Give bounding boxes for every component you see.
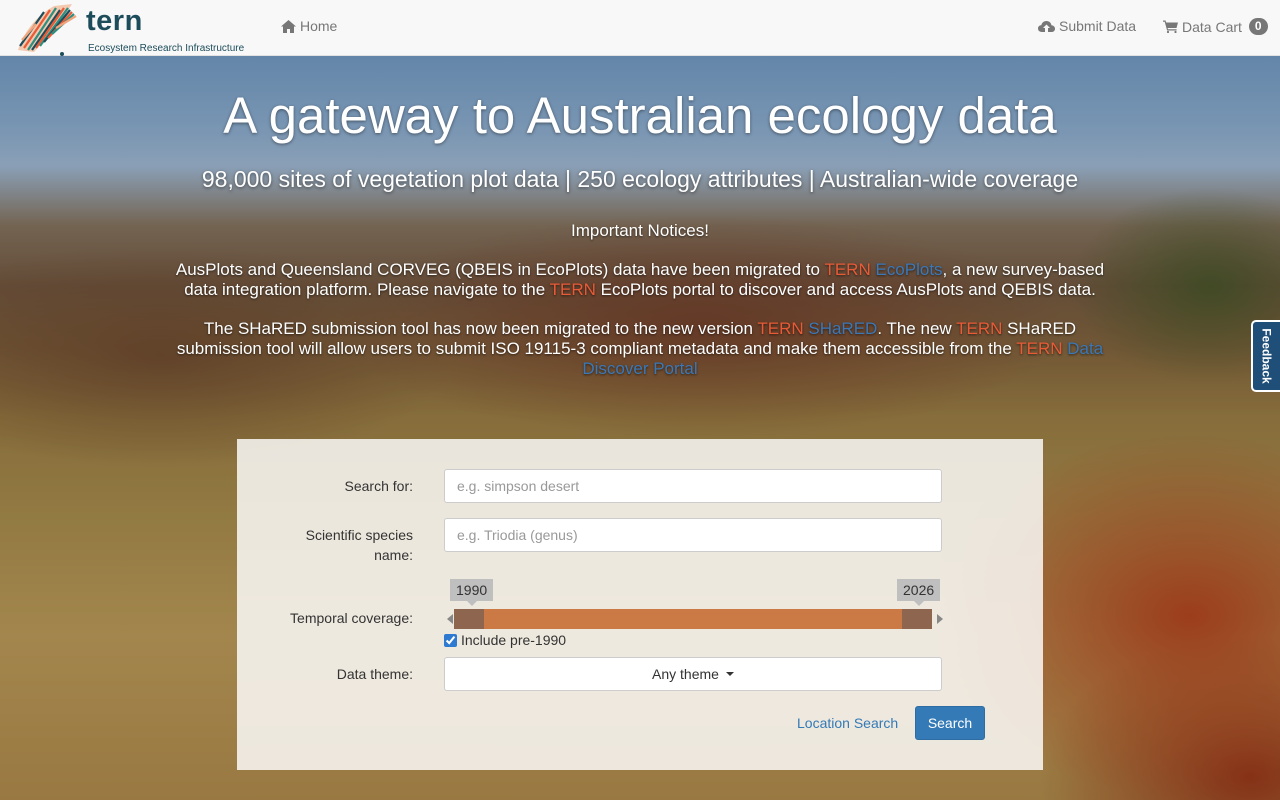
slider-right-arrow-icon (937, 614, 943, 624)
nav-home-label: Home (300, 18, 338, 34)
notice-ecoplots: AusPlots and Queensland CORVEG (QBEIS in… (165, 260, 1115, 300)
logo-wordmark: tern (86, 5, 143, 37)
species-label: Scientific species name: (305, 527, 413, 563)
slider-min-handle[interactable] (454, 609, 484, 629)
nav-cart-label: Data Cart (1182, 18, 1242, 35)
shared-link[interactable]: SHaRED (808, 319, 877, 338)
notice-shared: The SHaRED submission tool has now been … (165, 319, 1115, 379)
notice-text: The SHaRED submission tool has now been … (203, 319, 758, 338)
include-pre-1990-label: Include pre-1990 (461, 632, 567, 648)
include-pre-1990-option[interactable]: Include pre-1990 (444, 632, 566, 648)
temporal-range-slider[interactable]: 1990 2026 (444, 579, 944, 629)
ecoplots-link[interactable]: EcoPlots (875, 260, 942, 279)
slider-max-handle[interactable] (902, 609, 932, 629)
feedback-tab[interactable]: Feedback (1251, 320, 1280, 392)
slider-track[interactable] (454, 609, 932, 629)
location-search-link[interactable]: Location Search (797, 715, 898, 731)
shopping-cart-icon (1163, 20, 1178, 33)
tern-brand-text: TERN (956, 319, 1003, 338)
data-theme-label: Data theme: (336, 666, 413, 682)
page-title: A gateway to Australian ecology data (223, 87, 1057, 144)
cloud-upload-icon (1038, 20, 1055, 32)
temporal-coverage-label: Temporal coverage: (290, 610, 413, 626)
slider-min-value: 1990 (450, 579, 494, 606)
nav-data-cart-link[interactable]: Data Cart 0 (1163, 18, 1268, 35)
slider-max-value: 2026 (897, 579, 941, 606)
nav-submit-data-link[interactable]: Submit Data (1038, 18, 1136, 34)
page-subtitle: 98,000 sites of vegetation plot data | 2… (201, 166, 1079, 192)
navbar: tern Ecosystem Research Infrastructure H… (0, 0, 1280, 56)
tern-brand-text: TERN (549, 280, 596, 299)
search-input[interactable] (444, 469, 942, 503)
search-for-label: Search for: (344, 478, 413, 494)
tern-brand-text: TERN (824, 260, 871, 279)
tern-logo[interactable]: tern Ecosystem Research Infrastructure (14, 2, 264, 56)
logo-subtitle: Ecosystem Research Infrastructure (88, 43, 245, 54)
include-pre-1990-checkbox[interactable] (444, 633, 457, 647)
tern-brand-text: TERN (757, 319, 804, 338)
slider-left-arrow-icon (447, 614, 453, 624)
important-notices: Important Notices! AusPlots and Queensla… (165, 221, 1115, 398)
nav-submit-label: Submit Data (1059, 18, 1137, 34)
feedback-label: Feedback (1259, 328, 1274, 384)
home-icon (281, 19, 296, 33)
notice-text: EcoPlots portal to discover and access A… (595, 280, 1096, 299)
species-input[interactable] (444, 518, 942, 552)
tern-brand-text: TERN (1016, 339, 1063, 358)
notice-text: . The new (877, 319, 957, 338)
nav-home-link[interactable]: Home (281, 18, 337, 34)
data-theme-value: Any theme (652, 666, 719, 682)
cart-count-badge: 0 (1248, 18, 1268, 35)
search-panel: Search for: Scientific species name: Tem… (237, 439, 1043, 770)
tern-logo-mark-icon (18, 4, 77, 56)
notice-text: AusPlots and Queensland CORVEG (QBEIS in… (175, 260, 825, 279)
caret-down-icon (725, 672, 734, 676)
search-button[interactable]: Search (915, 706, 985, 740)
data-theme-dropdown[interactable]: Any theme (444, 657, 942, 691)
notices-heading: Important Notices! (571, 221, 709, 240)
